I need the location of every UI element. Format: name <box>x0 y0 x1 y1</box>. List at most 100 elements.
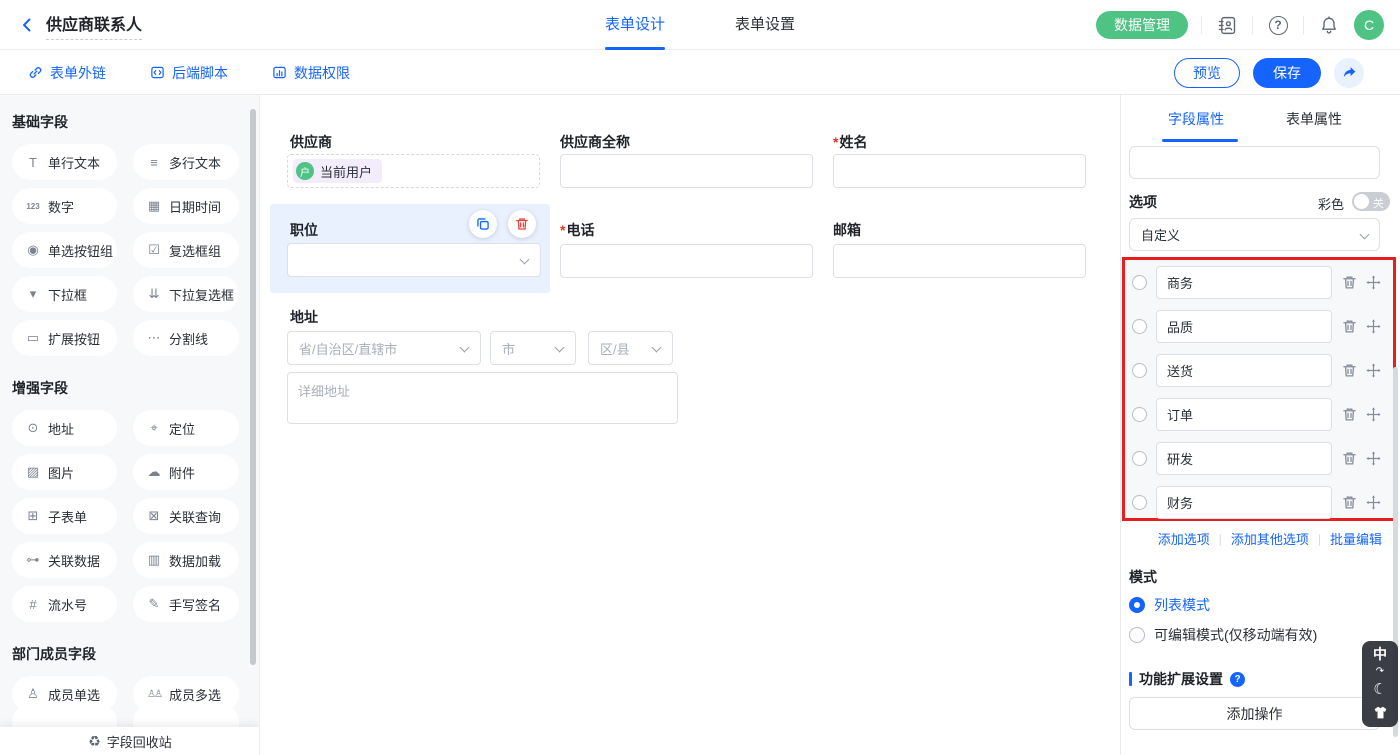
notification-bell-icon[interactable] <box>1317 13 1341 37</box>
position-select[interactable] <box>287 243 541 277</box>
tab-form-properties[interactable]: 表单属性 <box>1286 109 1342 129</box>
option-radio[interactable] <box>1132 363 1147 378</box>
field-type-button[interactable]: ▦ 日期时间 <box>133 188 239 224</box>
delete-option-icon[interactable] <box>1342 451 1357 466</box>
option-radio[interactable] <box>1132 275 1147 290</box>
delete-option-icon[interactable] <box>1342 407 1357 422</box>
field-type-button[interactable]: ⊞ 子表单 <box>12 498 117 534</box>
extension-help-icon[interactable]: ? <box>1230 672 1245 687</box>
name-field-input[interactable] <box>833 154 1086 188</box>
move-option-icon[interactable] <box>1366 275 1381 290</box>
move-option-icon[interactable] <box>1366 319 1381 334</box>
city-select[interactable]: 市 <box>490 331 576 365</box>
field-type-button[interactable]: # 流水号 <box>12 586 117 622</box>
back-button[interactable] <box>18 16 36 34</box>
add-option-link[interactable]: 添加选项 <box>1158 529 1210 548</box>
add-other-option-link[interactable]: 添加其他选项 <box>1231 529 1309 548</box>
field-recycle-bin-button[interactable]: ♻ 字段回收站 <box>0 727 260 755</box>
phone-field-input[interactable] <box>560 244 813 278</box>
backend-script-button[interactable]: 后端脚本 <box>150 63 228 83</box>
field-type-button[interactable]: ☑ 复选框组 <box>133 232 239 268</box>
supplier-fullname-label: 供应商全称 <box>560 132 630 152</box>
tab-form-design[interactable]: 表单设计 <box>605 0 665 50</box>
top-bar: 供应商联系人 表单设计 表单设置 数据管理 ? C <box>0 0 1400 50</box>
theme-skin-icon[interactable] <box>1373 705 1388 720</box>
option-text-input[interactable] <box>1156 442 1332 475</box>
field-type-button[interactable]: ▨ 图片 <box>12 454 117 490</box>
field-type-button[interactable]: ⊠ 关联查询 <box>133 498 239 534</box>
share-button[interactable] <box>1334 58 1364 88</box>
contact-book-icon[interactable] <box>1215 13 1239 37</box>
batch-edit-link[interactable]: 批量编辑 <box>1330 529 1382 548</box>
field-type-button[interactable]: ☁ 附件 <box>133 454 239 490</box>
delete-option-icon[interactable] <box>1342 275 1357 290</box>
chevron-down-icon <box>1360 230 1370 240</box>
toggle-knob <box>1354 194 1369 209</box>
form-canvas: 供应商 户 当前用户 供应商全称 *姓名 职位 *电话 邮箱 地址 <box>260 95 1120 755</box>
tab-form-settings[interactable]: 表单设置 <box>735 0 795 50</box>
delete-option-icon[interactable] <box>1342 363 1357 378</box>
data-permission-button[interactable]: 数据权限 <box>272 63 350 83</box>
language-switch-arrow-icon[interactable]: ↷ <box>1376 668 1384 676</box>
data-manage-button[interactable]: 数据管理 <box>1096 11 1188 39</box>
field-type-button[interactable]: T 单行文本 <box>12 144 117 180</box>
sidebar-scrollbar[interactable] <box>250 109 256 665</box>
field-type-button[interactable]: ▥ 数据加载 <box>133 542 239 578</box>
option-radio[interactable] <box>1132 495 1147 510</box>
section-accent-bar <box>1129 672 1132 686</box>
help-icon[interactable]: ? <box>1266 13 1290 37</box>
color-toggle-switch[interactable]: 关 <box>1352 192 1390 211</box>
option-text-input[interactable] <box>1156 486 1332 519</box>
option-source-select[interactable]: 自定义 <box>1129 218 1380 251</box>
option-radio[interactable] <box>1132 319 1147 334</box>
field-type-button[interactable]: ◉ 单选按钮组 <box>12 232 117 268</box>
delete-option-icon[interactable] <box>1342 495 1357 510</box>
field-type-button[interactable]: ⇊ 下拉复选框 <box>133 276 239 312</box>
province-select[interactable]: 省/自治区/直辖市 <box>287 331 481 365</box>
option-text-input[interactable] <box>1156 398 1332 431</box>
divider <box>1252 16 1253 34</box>
supplier-field-input[interactable]: 户 当前用户 <box>287 154 540 188</box>
user-avatar[interactable]: C <box>1354 10 1384 40</box>
email-field-input[interactable] <box>833 244 1086 278</box>
move-option-icon[interactable] <box>1366 407 1381 422</box>
save-button[interactable]: 保存 <box>1253 58 1321 88</box>
delete-option-icon[interactable] <box>1342 319 1357 334</box>
field-type-button[interactable]: ⊶ 关联数据 <box>12 542 117 578</box>
preview-button[interactable]: 预览 <box>1174 58 1240 88</box>
external-link-button[interactable]: 表单外链 <box>28 63 106 83</box>
field-type-button[interactable]: 123 数字 <box>12 188 117 224</box>
copy-icon <box>476 217 490 231</box>
field-type-button[interactable]: ⋯ 分割线 <box>133 320 239 356</box>
form-title[interactable]: 供应商联系人 <box>46 11 142 40</box>
field-type-button[interactable]: ✎ 手写签名 <box>133 586 239 622</box>
option-radio[interactable] <box>1132 407 1147 422</box>
option-text-input[interactable] <box>1156 310 1332 343</box>
field-type-button[interactable]: ▾ 下拉框 <box>12 276 117 312</box>
position-field-selected[interactable]: 职位 <box>270 204 550 293</box>
utility-float-widget: 中 ↷ ☾ <box>1362 641 1398 727</box>
field-type-button[interactable]: ▭ 扩展按钮 <box>12 320 117 356</box>
option-text-input[interactable] <box>1156 266 1332 299</box>
option-radio[interactable] <box>1132 451 1147 466</box>
field-type-button[interactable]: ⌖ 定位 <box>133 410 239 446</box>
language-switch-icon[interactable]: 中 <box>1373 648 1387 660</box>
field-type-button[interactable]: ⊙ 地址 <box>12 410 117 446</box>
dark-mode-icon[interactable]: ☾ <box>1373 683 1386 697</box>
district-select[interactable]: 区/县 <box>588 331 673 365</box>
add-action-button[interactable]: 添加操作 <box>1129 697 1380 730</box>
move-option-icon[interactable] <box>1366 451 1381 466</box>
move-option-icon[interactable] <box>1366 495 1381 510</box>
mode-list-radio[interactable]: 列表模式 <box>1129 595 1210 615</box>
move-option-icon[interactable] <box>1366 363 1381 378</box>
tab-field-properties[interactable]: 字段属性 <box>1168 109 1224 129</box>
address-detail-textarea[interactable]: 详细地址 <box>287 372 678 424</box>
delete-field-button[interactable] <box>508 210 536 238</box>
field-type-icon: ⊙ <box>25 420 41 436</box>
copy-field-button[interactable] <box>469 210 497 238</box>
option-text-input[interactable] <box>1156 354 1332 387</box>
field-type-button[interactable]: ≡ 多行文本 <box>133 144 239 180</box>
supplier-fullname-input[interactable] <box>560 154 813 188</box>
field-property-input[interactable] <box>1129 146 1380 179</box>
mode-editable-radio[interactable]: 可编辑模式(仅移动端有效) <box>1129 625 1317 645</box>
